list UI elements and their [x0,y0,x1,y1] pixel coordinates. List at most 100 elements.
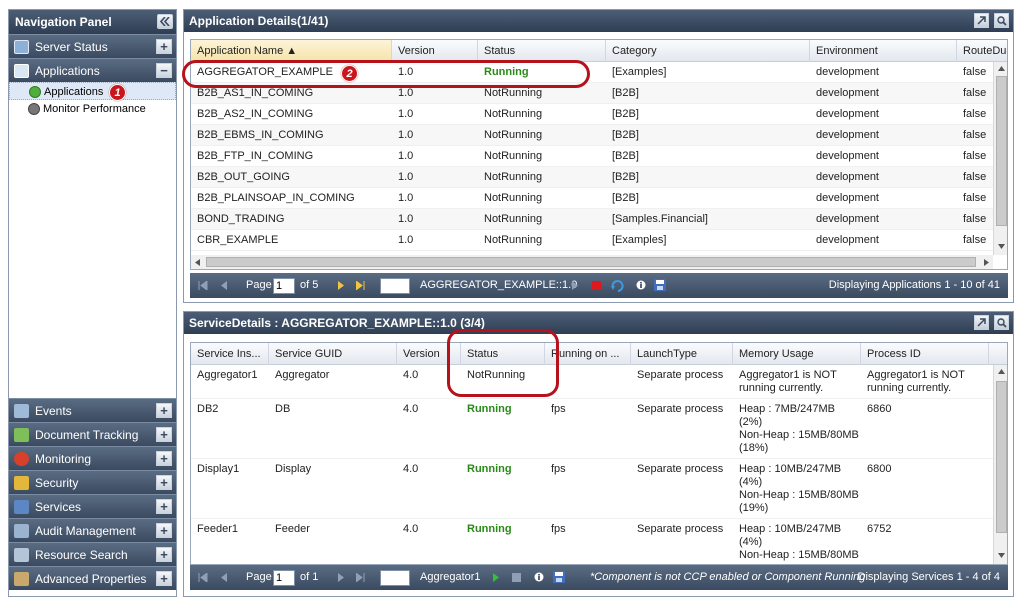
goto-input[interactable] [380,570,410,586]
cell-environment: development [816,87,879,99]
scrollbar-thumb[interactable] [996,76,1007,226]
expand-button[interactable]: + [156,39,172,54]
vertical-scrollbar[interactable] [993,365,1007,564]
horizontal-scrollbar[interactable] [191,255,993,269]
nav-section-services[interactable]: Services + [9,494,176,518]
cell-line: (4%) [739,476,763,488]
info-icon[interactable] [534,572,544,582]
cell-version: 1.0 [398,171,414,183]
table-row[interactable]: B2B_AS2_IN_COMING 1.0 NotRunning [B2B] devel… [191,104,1007,125]
maximize-button[interactable] [973,315,989,330]
cell-launch-type: Separate process [637,463,724,475]
next-page-icon[interactable] [338,281,345,290]
column-header-environment[interactable]: Environment [810,40,957,62]
table-row[interactable]: B2B_OUT_GOING 1.0 NotRunning [B2B] developme… [191,167,1007,188]
refresh-icon[interactable] [611,279,625,292]
stop-icon[interactable] [512,573,521,582]
table-row[interactable]: DB2 DB 4.0 Running fps Separate process Heap :… [191,399,1007,459]
scroll-down-icon[interactable] [998,244,1005,249]
table-row[interactable]: Aggregator1 Aggregator 4.0 NotRunning Separa… [191,365,1007,399]
cell-status: NotRunning [484,129,543,141]
tree-item-applications[interactable]: Applications [9,82,176,100]
nav-section-label: Document Tracking [35,428,139,442]
expand-button[interactable]: + [156,475,172,490]
cell-category: [Examples] [612,234,667,246]
collapse-button[interactable]: − [156,63,172,78]
table-row[interactable]: B2B_PLAINSOAP_IN_COMING 1.0 NotRunning [B2B… [191,188,1007,209]
expand-button[interactable]: + [156,451,172,466]
start-icon[interactable] [572,281,579,290]
tree-item-monitor-performance[interactable]: Monitor Performance [9,100,176,118]
maximize-button[interactable] [973,13,989,28]
nav-section-resource-search[interactable]: Resource Search + [9,542,176,566]
page-label: Page [246,571,272,583]
save-icon[interactable] [654,279,666,291]
nav-section-advanced-properties[interactable]: Advanced Properties + [9,566,176,590]
lock-icon [14,476,29,490]
vertical-scrollbar[interactable] [993,62,1007,255]
nav-section-audit-management[interactable]: Audit Management + [9,518,176,542]
cell-line: 6800 [867,463,892,475]
scroll-up-icon[interactable] [998,369,1005,374]
column-header-routedur[interactable]: RouteDur [957,40,1007,62]
column-header-status[interactable]: Status [478,40,606,62]
table-row[interactable]: CBR_EXAMPLE 1.0 NotRunning [Examples] develo… [191,230,1007,251]
start-icon[interactable] [493,573,500,582]
expand-button[interactable]: + [156,403,172,418]
column-header-process-id[interactable]: Process ID [861,343,989,365]
scroll-left-icon[interactable] [195,259,200,266]
column-header-service-guid[interactable]: Service GUID [269,343,397,365]
last-page-icon[interactable] [356,281,366,290]
scrollbar-thumb[interactable] [206,257,976,267]
expand-button[interactable]: + [156,547,172,562]
column-header-category[interactable]: Category [606,40,810,62]
cell-memory-usage: Heap : 10MB/247MB (4%) Non-Heap : 15MB/80M… [733,463,861,515]
info-icon[interactable] [636,280,646,290]
nav-title: Navigation Panel [15,15,112,29]
column-header-application-name[interactable]: Application Name ▲ [191,40,392,62]
services-paging-toolbar: Page 1 of 1 Aggregator1 *Component is no… [190,565,1008,590]
expand-button[interactable]: + [156,499,172,514]
page-number-input[interactable]: 1 [273,278,295,294]
table-row[interactable]: B2B_FTP_IN_COMING 1.0 NotRunning [B2B] devel… [191,146,1007,167]
cell-status: NotRunning [484,213,543,225]
applications-icon [29,86,41,98]
first-page-icon[interactable] [198,281,208,290]
cell-line: (4%) [739,536,763,548]
column-header-version[interactable]: Version [392,40,478,62]
previous-page-icon[interactable] [220,573,227,582]
scroll-down-icon[interactable] [998,553,1005,558]
stop-icon[interactable] [592,281,601,290]
search-button[interactable] [994,315,1009,330]
collapse-nav-button[interactable] [157,14,173,29]
first-page-icon[interactable] [198,573,208,582]
table-row[interactable]: BOND_TRADING 1.0 NotRunning [Samples.Financ… [191,209,1007,230]
column-header-memory-usage[interactable]: Memory Usage [733,343,861,365]
previous-page-icon[interactable] [220,281,227,290]
nav-section-applications[interactable]: Applications − [9,58,176,82]
nav-section-server-status[interactable]: Server Status + [9,34,176,58]
column-header-launch-type[interactable]: LaunchType [631,343,733,365]
save-icon[interactable] [553,571,565,583]
nav-section-label: Monitoring [35,452,92,466]
scroll-right-icon[interactable] [984,259,989,266]
expand-button[interactable]: + [156,427,172,442]
last-page-icon[interactable] [356,573,366,582]
nav-section-monitoring[interactable]: Monitoring + [9,446,176,470]
goto-input[interactable] [380,278,410,294]
cell-service-instance: Aggregator1 [197,369,258,381]
expand-button[interactable]: + [156,523,172,538]
expand-button[interactable]: + [156,571,172,586]
table-row[interactable]: Display1 Display 4.0 Running fps Separate pro… [191,459,1007,519]
page-number-input[interactable]: 1 [273,570,295,586]
nav-section-security[interactable]: Security + [9,470,176,494]
table-row[interactable]: Feeder1 Feeder 4.0 Running fps Separate proce… [191,519,1007,564]
column-header-service-instance[interactable]: Service Ins... [191,343,269,365]
next-page-icon[interactable] [338,573,345,582]
table-row[interactable]: B2B_EBMS_IN_COMING 1.0 NotRunning [B2B] deve… [191,125,1007,146]
scrollbar-thumb[interactable] [996,381,1007,533]
search-button[interactable] [994,13,1009,28]
nav-section-events[interactable]: Events + [9,398,176,422]
nav-section-document-tracking[interactable]: Document Tracking + [9,422,176,446]
scroll-up-icon[interactable] [998,66,1005,71]
